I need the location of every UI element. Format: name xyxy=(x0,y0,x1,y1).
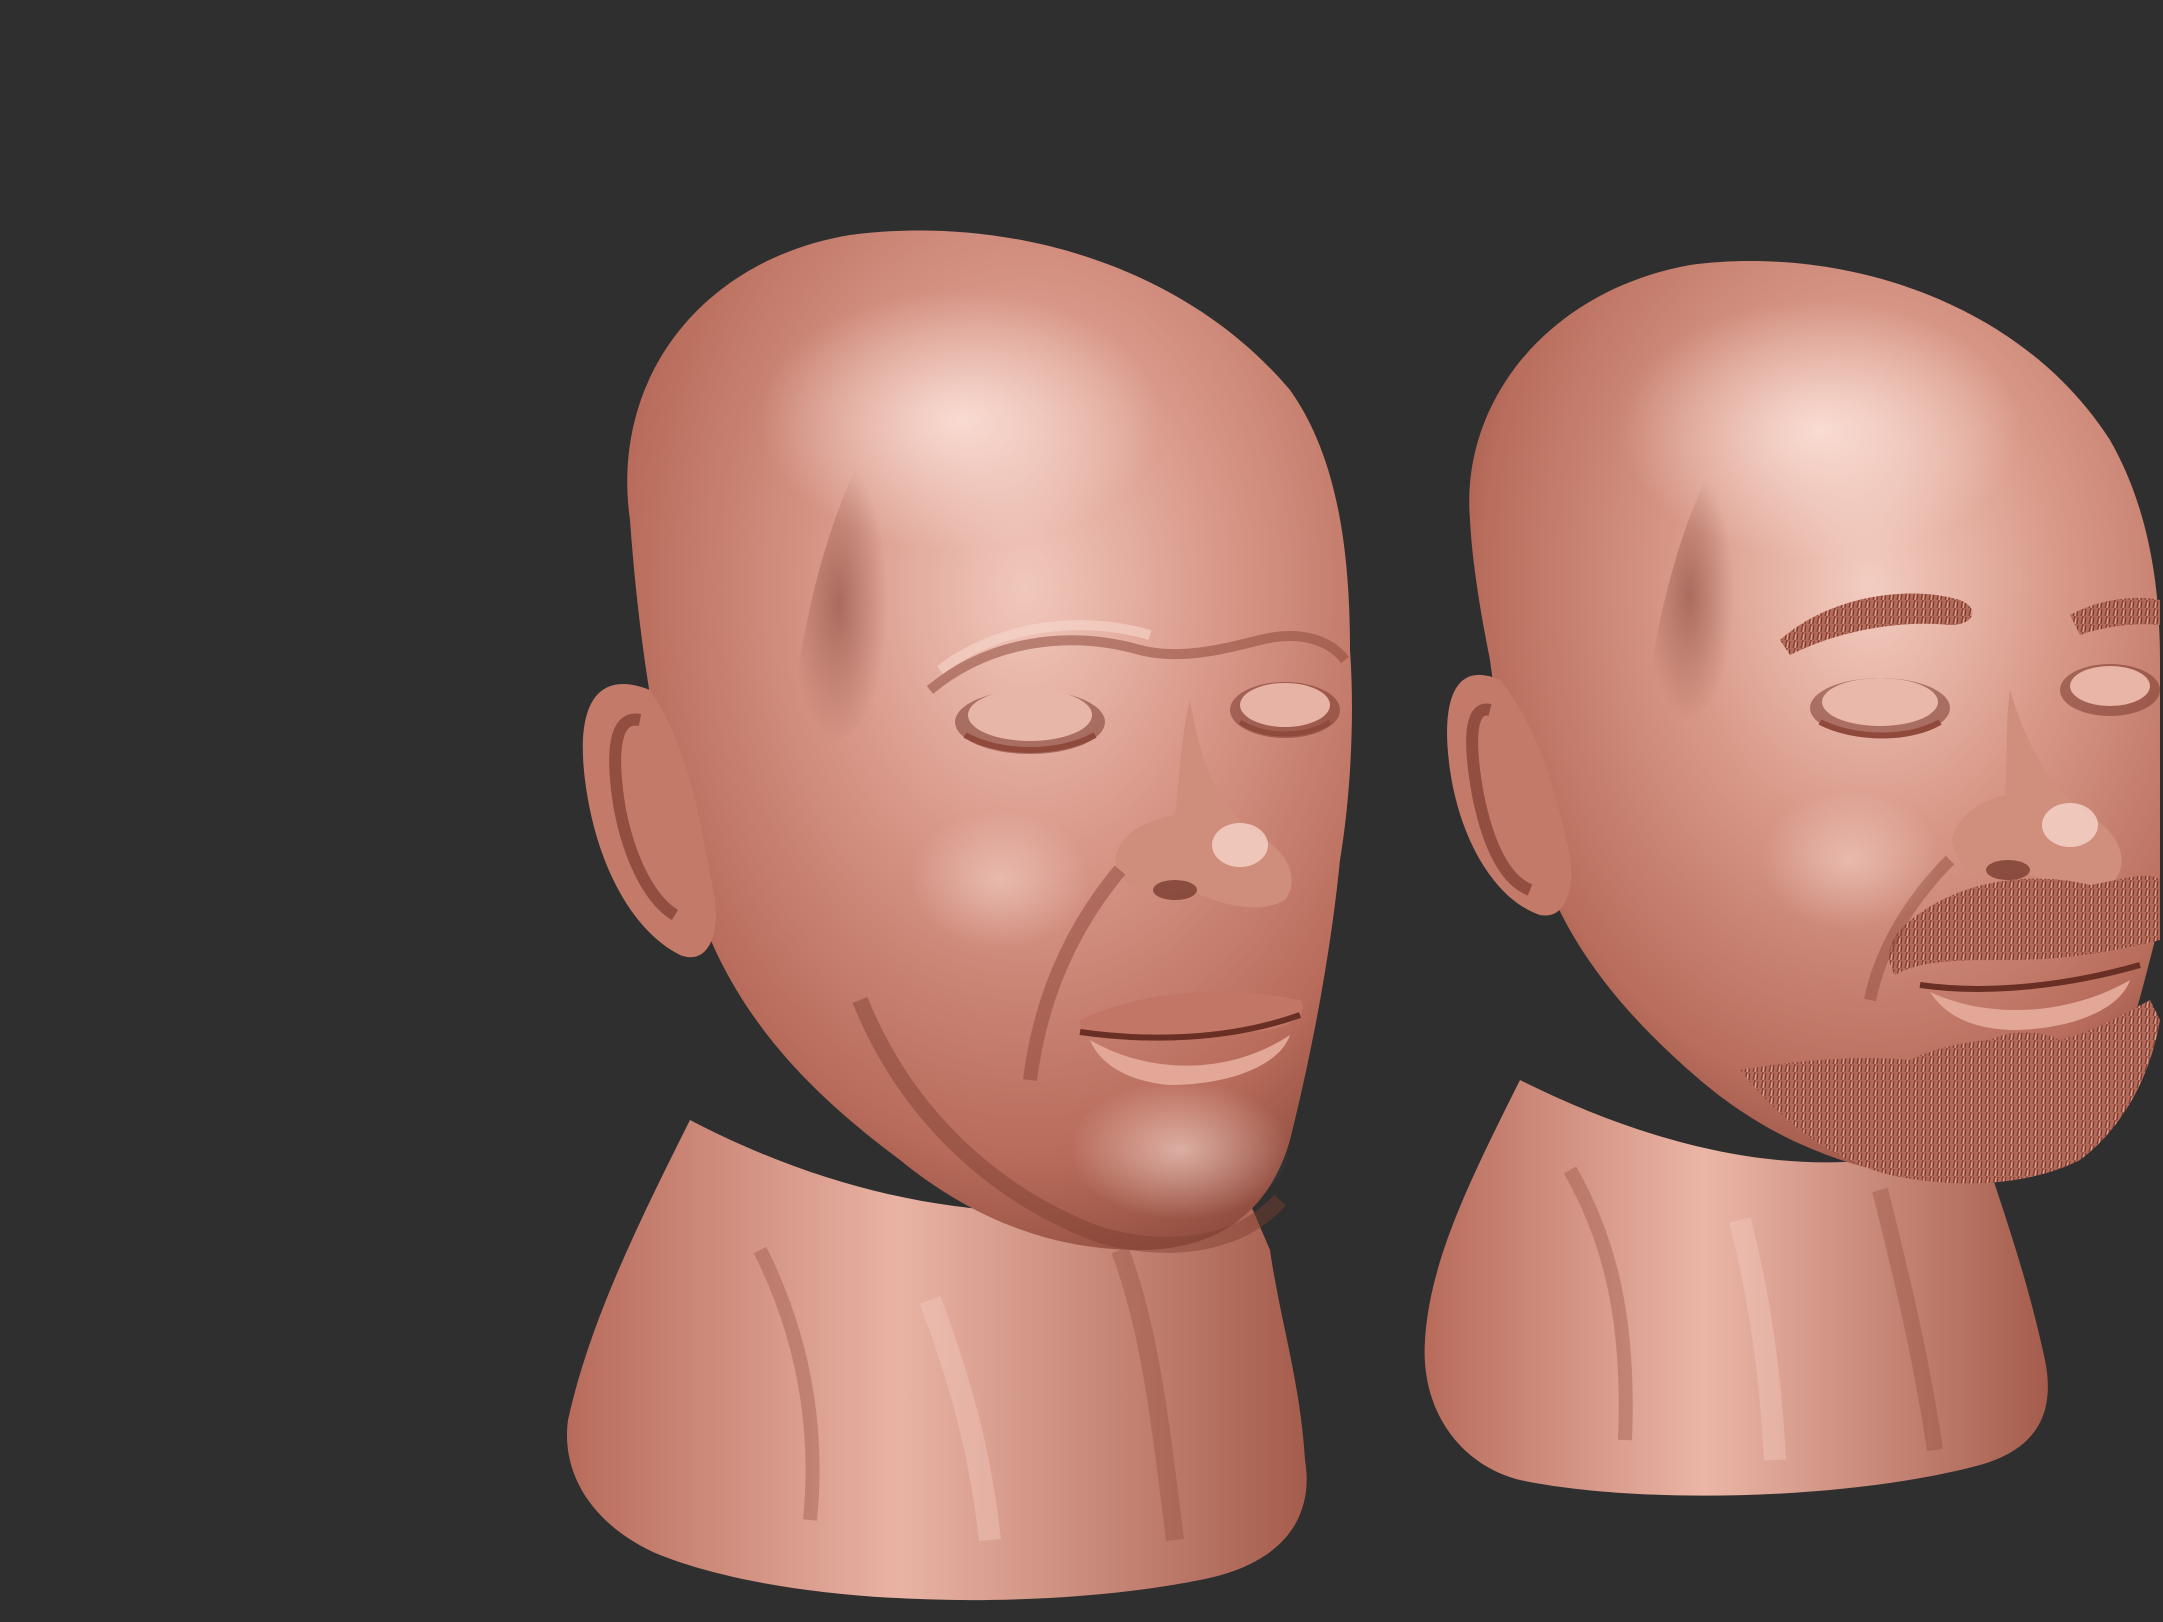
skull-highlight xyxy=(760,290,1160,550)
viewport-canvas[interactable] xyxy=(0,0,2163,1622)
cheek-highlight xyxy=(910,810,1090,950)
cheek-highlight xyxy=(1760,790,1940,930)
eye xyxy=(1230,682,1340,738)
sculpt-viewport[interactable] xyxy=(0,0,2163,1622)
skull-highlight xyxy=(1620,300,2020,560)
nose-highlight xyxy=(2042,803,2098,847)
nostril xyxy=(1986,860,2030,880)
chin xyxy=(1070,1080,1290,1220)
nose-highlight xyxy=(1212,823,1268,867)
head-sculpt-base[interactable] xyxy=(566,230,1352,1601)
eye xyxy=(2060,664,2160,716)
head-sculpt-detailed[interactable] xyxy=(1424,261,2160,1496)
eye xyxy=(1810,678,1950,739)
nostril xyxy=(1153,880,1197,900)
